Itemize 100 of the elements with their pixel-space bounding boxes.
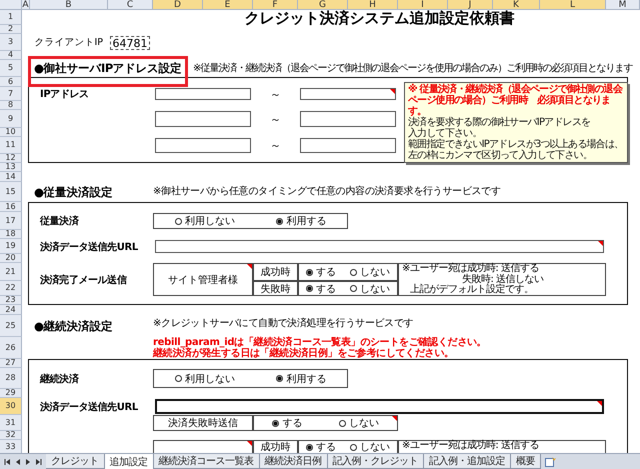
column-header[interactable]: J bbox=[448, 0, 493, 10]
radio-button[interactable]: する bbox=[306, 282, 336, 296]
row-header[interactable]: 28 bbox=[0, 368, 22, 389]
radio-button[interactable]: しない bbox=[350, 265, 390, 279]
radio-button[interactable]: 利用する bbox=[276, 372, 326, 386]
row-header[interactable]: 30 bbox=[0, 398, 22, 415]
radio-button[interactable]: 利用する bbox=[276, 214, 326, 228]
scroll-last-icon[interactable] bbox=[34, 458, 42, 466]
note-line: ※ユーザー宛は成功時: 送信する bbox=[402, 264, 540, 274]
sheet-tab[interactable]: 継続決済コース一覧表 bbox=[154, 454, 260, 469]
scroll-first-icon[interactable] bbox=[4, 458, 12, 466]
comment-indicator-icon bbox=[390, 89, 395, 94]
comment-text: 範囲指定できないIPアドレスが3つ以上ある場合は、 bbox=[408, 139, 624, 150]
input-field[interactable] bbox=[155, 111, 251, 127]
row-header[interactable]: 7 bbox=[0, 87, 22, 101]
field-label: 決済データ送信先URL bbox=[39, 240, 139, 254]
input-field[interactable] bbox=[300, 138, 396, 153]
table-cell: 決済失敗時送信 bbox=[153, 415, 253, 431]
comment-indicator-icon bbox=[597, 401, 602, 406]
row-header[interactable]: 4 bbox=[0, 51, 22, 60]
row-header[interactable]: 32 bbox=[0, 431, 22, 440]
sheet-tab[interactable]: 継続決済日例 bbox=[260, 454, 328, 469]
radio-button[interactable]: 利用しない bbox=[174, 372, 235, 386]
row-header[interactable]: 1 bbox=[0, 10, 22, 25]
radio-button[interactable]: しない bbox=[338, 416, 379, 430]
radio-button[interactable]: する bbox=[306, 265, 336, 279]
column-header[interactable]: D bbox=[153, 0, 203, 10]
row-header[interactable]: 26 bbox=[0, 337, 22, 359]
input-field[interactable] bbox=[300, 88, 396, 100]
section-note: ※従量決済・継続決済（退会ページで御社側の退会ページを使用の場合のみ）ご利用時の必須項目となります bbox=[193, 62, 634, 74]
field-label: 従量決済 bbox=[38, 214, 80, 228]
column-header[interactable]: L bbox=[540, 0, 606, 10]
radio-button[interactable]: しない bbox=[350, 282, 390, 296]
radio-button[interactable]: 利用しない bbox=[174, 214, 235, 228]
radio-button[interactable]: しない bbox=[350, 440, 390, 453]
field-label: IPアドレス bbox=[39, 88, 90, 101]
field-label: 継続決済 bbox=[38, 372, 80, 386]
note-line: 上記がデフォルト設定です。 bbox=[409, 285, 534, 296]
client-label: クライアントIP bbox=[33, 36, 104, 48]
range-separator: ～ bbox=[269, 112, 282, 126]
row-header[interactable]: 16 bbox=[0, 202, 22, 212]
sheet-tab[interactable]: 概要 bbox=[511, 454, 541, 469]
column-header[interactable]: F bbox=[253, 0, 298, 10]
column-header[interactable]: M bbox=[606, 0, 640, 10]
row-header[interactable]: 18 bbox=[0, 230, 22, 239]
scroll-next-icon[interactable] bbox=[24, 458, 32, 466]
scroll-previous-icon[interactable] bbox=[14, 458, 22, 466]
row-header[interactable]: 6 bbox=[0, 77, 22, 87]
row-header[interactable]: 14 bbox=[0, 172, 22, 182]
input-field[interactable] bbox=[300, 111, 396, 127]
row-header[interactable]: 3 bbox=[0, 34, 22, 51]
row-header[interactable]: 19 bbox=[0, 239, 22, 254]
field-label: 決済データ送信先URL bbox=[39, 400, 139, 414]
row-header[interactable]: 17 bbox=[0, 212, 22, 230]
row-header[interactable]: 33 bbox=[0, 440, 22, 453]
row-header[interactable]: 27 bbox=[0, 359, 22, 368]
row-header[interactable]: 8 bbox=[0, 101, 22, 110]
column-header[interactable]: K bbox=[493, 0, 540, 10]
new-sheet-icon[interactable] bbox=[545, 456, 556, 466]
table-cell: 失敗時 bbox=[253, 281, 298, 296]
radio-button[interactable]: する bbox=[306, 440, 336, 453]
warning-line: 継続決済が発生する日は「継続決済日例」をご参考にしてください。 bbox=[153, 348, 455, 359]
column-header[interactable]: H bbox=[348, 0, 398, 10]
row-header[interactable]: 9 bbox=[0, 110, 22, 128]
input-field[interactable] bbox=[155, 399, 604, 414]
section-note: ※クレジットサーバにて自動で決済処理を行うサービスです bbox=[153, 318, 414, 330]
row-header[interactable]: 23 bbox=[0, 296, 22, 305]
input-field[interactable] bbox=[155, 88, 251, 100]
row-header[interactable]: 13 bbox=[0, 163, 22, 172]
row-header[interactable]: 15 bbox=[0, 182, 22, 202]
row-header[interactable]: 5 bbox=[0, 60, 22, 77]
row-header[interactable]: 21 bbox=[0, 263, 22, 281]
sheet-tab[interactable]: 記入例・クレジット bbox=[328, 454, 424, 469]
row-header[interactable]: 2 bbox=[0, 25, 22, 34]
row-header[interactable]: 10 bbox=[0, 128, 22, 137]
column-header[interactable]: B bbox=[30, 0, 108, 10]
row-header[interactable]: 22 bbox=[0, 281, 22, 296]
comment-indicator-icon bbox=[392, 416, 397, 421]
radio-button[interactable]: する bbox=[272, 416, 302, 430]
sheet-tab[interactable]: 記入例・追加設定 bbox=[424, 454, 511, 469]
sheet-tab[interactable]: クレジット bbox=[46, 454, 104, 469]
row-header[interactable]: 11 bbox=[0, 137, 22, 154]
input-field[interactable] bbox=[155, 138, 251, 153]
sheet-tab[interactable]: 追加設定 bbox=[104, 454, 154, 469]
row-header[interactable]: 25 bbox=[0, 315, 22, 337]
row-header[interactable]: 20 bbox=[0, 254, 22, 263]
column-header[interactable]: E bbox=[203, 0, 253, 10]
row-header[interactable]: 29 bbox=[0, 389, 22, 398]
row-header[interactable]: 24 bbox=[0, 305, 22, 315]
row-header[interactable]: 12 bbox=[0, 154, 22, 163]
range-separator: ～ bbox=[269, 86, 282, 102]
column-header[interactable]: C bbox=[108, 0, 153, 10]
column-header[interactable]: A bbox=[22, 0, 30, 10]
column-header[interactable]: I bbox=[398, 0, 448, 10]
column-header[interactable]: G bbox=[298, 0, 348, 10]
input-field[interactable] bbox=[155, 240, 604, 253]
sheet-title: クレジット決済システム追加設定依頼書 bbox=[244, 10, 516, 25]
row-header[interactable]: 31 bbox=[0, 415, 22, 431]
section-note: ※御社サーバから任意のタイミングで任意の内容の決済要求を行うサービスです bbox=[153, 186, 502, 198]
section-heading: ●継続決済設定 bbox=[33, 318, 113, 334]
